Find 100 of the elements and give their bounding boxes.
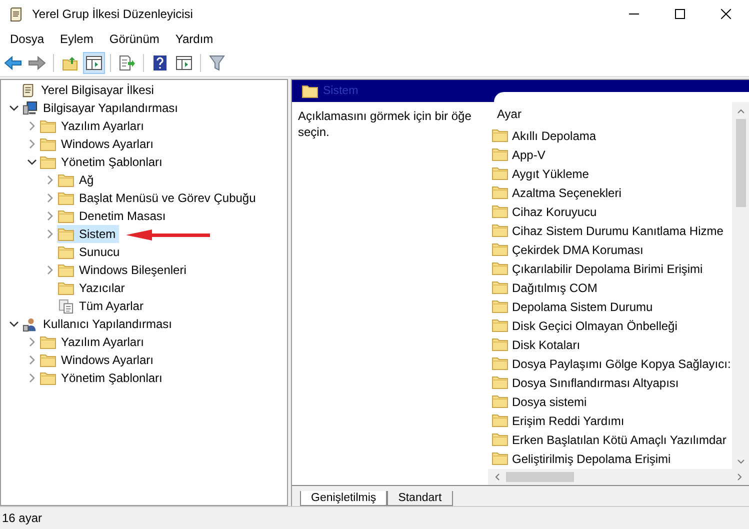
folder-icon [58, 172, 74, 188]
expand-chevron-icon[interactable] [45, 229, 55, 239]
scrollbar-thumb[interactable] [506, 472, 574, 482]
tree-item[interactable]: Yazılım Ayarları [39, 333, 147, 351]
folder-icon [492, 432, 508, 447]
list-item[interactable]: Disk Geçici Olmayan Önbelleği [488, 316, 732, 335]
tree-item[interactable]: Yönetim Şablonları [39, 369, 166, 387]
folder-icon [492, 185, 508, 200]
header-title: Sistem [323, 85, 358, 97]
expand-chevron-icon[interactable] [45, 175, 55, 185]
scroll-icon [20, 82, 36, 98]
scroll-left-icon[interactable] [494, 473, 500, 481]
expand-chevron-icon[interactable] [27, 355, 37, 365]
expand-chevron-icon[interactable] [27, 373, 37, 383]
list-item[interactable]: Dosya Paylaşımı Gölge Kopya Sağlayıcı: [488, 354, 732, 373]
menu-item[interactable]: Yardım [167, 32, 222, 46]
folder-icon [492, 299, 508, 314]
view-tab[interactable]: Standart [387, 491, 453, 506]
folder-icon [492, 223, 508, 238]
folder-icon [492, 318, 508, 333]
forward-arrow-icon [28, 56, 46, 70]
list-item[interactable]: Geliştirilmiş Depolama Erişimi [488, 449, 732, 468]
tree-item[interactable]: Kullanıcı Yapılandırması [21, 315, 175, 333]
filter-icon [209, 55, 225, 71]
column-header[interactable]: Ayar [497, 107, 522, 121]
folder-icon [40, 136, 56, 152]
tree-item[interactable]: Windows Bileşenleri [57, 261, 190, 279]
tree-item[interactable]: Yazılım Ayarları [39, 117, 147, 135]
folder-icon [40, 154, 56, 170]
tree-item[interactable]: Sistem [57, 225, 119, 243]
folder-icon [40, 118, 56, 134]
list-item[interactable]: App-V [488, 145, 732, 164]
folder-icon [58, 244, 74, 260]
tree-item[interactable]: Bilgisayar Yapılandırması [21, 99, 181, 117]
tree-item[interactable]: Windows Ayarları [39, 135, 156, 153]
list-item[interactable]: Disk Kotaları [488, 335, 732, 354]
folder-icon [492, 394, 508, 409]
list-item[interactable]: Cihaz Koruyucu [488, 202, 732, 221]
tree-item[interactable]: Denetim Masası [57, 207, 169, 225]
view-tab[interactable]: Genişletilmiş [300, 491, 388, 506]
expand-chevron-icon[interactable] [45, 211, 55, 221]
list-item[interactable]: Akıllı Depolama [488, 126, 732, 145]
scroll-down-icon[interactable] [736, 459, 744, 465]
folder-icon [492, 261, 508, 276]
horizontal-scrollbar[interactable] [488, 469, 749, 485]
list-item[interactable]: Dosya sistemi [488, 392, 732, 411]
app-icon [8, 6, 24, 22]
maximize-icon [675, 9, 685, 19]
computer-icon [22, 100, 38, 116]
tree-item[interactable]: Başlat Menüsü ve Görev Çubuğu [57, 189, 259, 207]
expand-chevron-icon[interactable] [27, 337, 37, 347]
tree-item[interactable]: Tüm Ayarlar [57, 297, 146, 315]
collapse-chevron-icon[interactable] [9, 319, 19, 329]
menu-item[interactable]: Eylem [52, 32, 102, 46]
menu-item[interactable]: Dosya [2, 32, 52, 46]
list-item[interactable]: Dosya Sınıflandırması Altyapısı [488, 373, 732, 392]
tree-item[interactable]: Windows Ayarları [39, 351, 156, 369]
folder-up-icon [62, 55, 78, 71]
list-item[interactable]: Erken Başlatılan Kötü Amaçlı Yazılımdar [488, 430, 732, 449]
folder-icon [58, 262, 74, 278]
list-item[interactable]: Depolama Sistem Durumu [488, 297, 732, 316]
tree-item[interactable]: Sunucu [57, 243, 123, 261]
scrollbar-thumb[interactable] [736, 119, 746, 207]
expand-chevron-icon[interactable] [45, 265, 55, 275]
folder-icon [58, 190, 74, 206]
expand-chevron-icon[interactable] [45, 193, 55, 203]
scroll-up-icon[interactable] [736, 108, 744, 114]
settings-list-icon [58, 298, 74, 314]
tree-item[interactable]: Ağ [57, 171, 97, 189]
tree-item[interactable]: Yerel Bilgisayar İlkesi [19, 81, 157, 99]
list-item[interactable]: Dağıtılmış COM [488, 278, 732, 297]
list-item[interactable]: Azaltma Seçenekleri [488, 183, 732, 202]
expand-chevron-icon[interactable] [27, 139, 37, 149]
collapse-chevron-icon[interactable] [27, 157, 37, 167]
folder-icon [492, 242, 508, 257]
folder-icon [58, 280, 74, 296]
expand-chevron-icon[interactable] [27, 121, 37, 131]
folder-icon [492, 147, 508, 162]
collapse-chevron-icon[interactable] [9, 103, 19, 113]
tree-item[interactable]: Yazıcılar [57, 279, 128, 297]
scroll-right-icon[interactable] [737, 473, 743, 481]
export-list-icon [118, 55, 136, 71]
list-item[interactable]: Cihaz Sistem Durumu Kanıtlama Hizme [488, 221, 732, 240]
folder-icon [492, 337, 508, 352]
list-item[interactable]: Çekirdek DMA Koruması [488, 240, 732, 259]
folder-icon [302, 84, 318, 98]
folder-icon [492, 413, 508, 428]
folder-icon [58, 208, 74, 224]
vertical-scrollbar[interactable] [732, 102, 749, 469]
list-item[interactable]: Erişim Reddi Yardımı [488, 411, 732, 430]
folder-icon [492, 204, 508, 219]
menu-item[interactable]: Görünüm [101, 32, 168, 46]
list-item[interactable]: Aygıt Yükleme [488, 164, 732, 183]
description-text: Açıklamasını görmek için bir öğe seçin. [298, 109, 472, 139]
tree-item[interactable]: Yönetim Şablonları [39, 153, 166, 171]
pane-button[interactable] [83, 52, 105, 74]
status-text: 16 ayar [2, 511, 42, 525]
list-item[interactable]: Çıkarılabilir Depolama Birimi Erişimi [488, 259, 732, 278]
folder-icon [58, 226, 74, 242]
back-arrow-icon [4, 56, 22, 70]
